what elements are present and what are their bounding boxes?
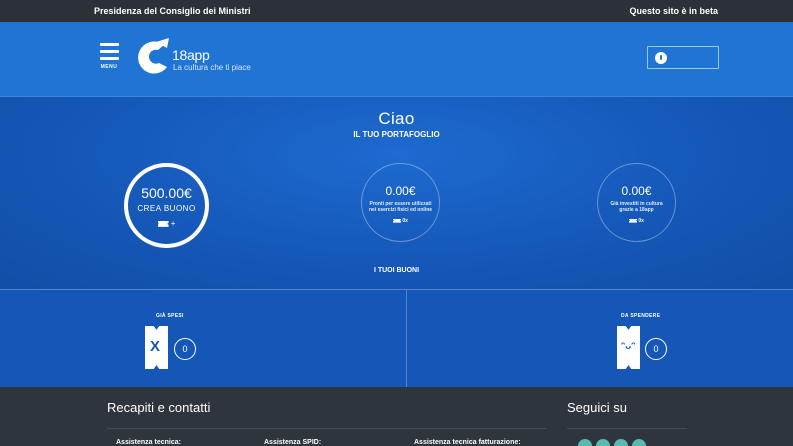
- ready-count-row: 0x: [362, 218, 439, 224]
- brand-tagline: La cultura che ti piace: [173, 63, 251, 72]
- site-header: MENU 18app La cultura che ti piace: [0, 22, 793, 97]
- spid-support-label[interactable]: Assistenza SPID:: [264, 439, 321, 446]
- spent-count: 0: [174, 338, 196, 360]
- invested-count: 0x: [638, 218, 644, 224]
- to-spend-label: DA SPENDERE: [621, 313, 661, 319]
- site-footer: Recapiti e contatti Seguici su Assistenz…: [0, 387, 793, 446]
- invested-amount: 0.00€: [621, 184, 652, 198]
- spent-label: GIÀ SPESI: [156, 313, 184, 319]
- spent-mark: X: [150, 338, 161, 355]
- ready-count: 0x: [402, 218, 408, 224]
- twitter-icon[interactable]: [614, 439, 628, 446]
- vouchers-summary: GIÀ SPESI X 0 DA SPENDERE ᵔᴗᵔ 0: [0, 289, 793, 388]
- menu-button[interactable]: MENU: [98, 43, 120, 70]
- contacts-title: Recapiti e contatti: [107, 400, 211, 415]
- hamburger-icon-bar: [99, 50, 119, 53]
- wallet-title: IL TUO PORTAFOGLIO: [353, 130, 440, 139]
- smile-mark: ᵔᴗᵔ: [621, 341, 636, 352]
- ready-vouchers-circle: 0.00€ Pronti per essere utilizzati nei e…: [361, 163, 440, 242]
- ticket-icon: [629, 218, 638, 223]
- footer-divider: [107, 428, 547, 429]
- wallet-section: Ciao IL TUO PORTAFOGLIO 500.00€ CREA BUO…: [0, 97, 793, 289]
- invested-description: Già investiti in cultura grazie a 18app: [610, 201, 663, 213]
- ready-description: Pronti per essere utilizzati nei eserciz…: [368, 201, 433, 213]
- instagram-icon[interactable]: [596, 439, 610, 446]
- ticket-plus-icon: [157, 220, 169, 227]
- beta-notice: Questo sito è in beta: [629, 6, 718, 16]
- billing-support-label[interactable]: Assistenza tecnica fatturazione:: [414, 439, 521, 446]
- section-divider: [406, 290, 407, 388]
- balance-amount: 500.00€: [141, 185, 192, 201]
- to-spend-count: 0: [645, 338, 667, 360]
- youtube-icon[interactable]: [632, 439, 646, 446]
- ticket-plus-row: +: [128, 219, 205, 228]
- create-voucher-label: CREA BUONO: [137, 204, 196, 213]
- my-vouchers-link[interactable]: I TUOI BUONI: [0, 267, 793, 274]
- create-voucher-button[interactable]: 500.00€ CREA BUONO +: [124, 163, 209, 248]
- user-icon: [655, 52, 667, 64]
- government-label: Presidenza del Consiglio dei Ministri: [94, 6, 251, 16]
- smiling-ticket-icon: ᵔᴗᵔ: [617, 326, 640, 369]
- social-title: Seguici su: [567, 400, 627, 415]
- plus-sign: +: [170, 219, 176, 228]
- spent-ticket-icon: X: [145, 326, 168, 369]
- footer-divider: [567, 428, 687, 429]
- ticket-icon: [393, 218, 402, 223]
- hamburger-icon: [99, 43, 119, 46]
- top-bar: Presidenza del Consiglio dei Ministri Qu…: [0, 0, 793, 22]
- greeting: Ciao: [378, 109, 415, 128]
- tech-support-label[interactable]: Assistenza tecnica:: [116, 439, 181, 446]
- invested-vouchers-circle: 0.00€ Già investiti in cultura grazie a …: [597, 163, 676, 242]
- menu-label: MENU: [100, 64, 118, 70]
- brand-name[interactable]: 18app: [172, 47, 210, 63]
- user-account-button[interactable]: [647, 46, 719, 69]
- ready-amount: 0.00€: [385, 184, 416, 198]
- 18app-logo-icon[interactable]: [134, 36, 174, 78]
- facebook-icon[interactable]: [578, 439, 592, 446]
- hamburger-icon-bar: [99, 57, 119, 60]
- invested-count-row: 0x: [598, 218, 675, 224]
